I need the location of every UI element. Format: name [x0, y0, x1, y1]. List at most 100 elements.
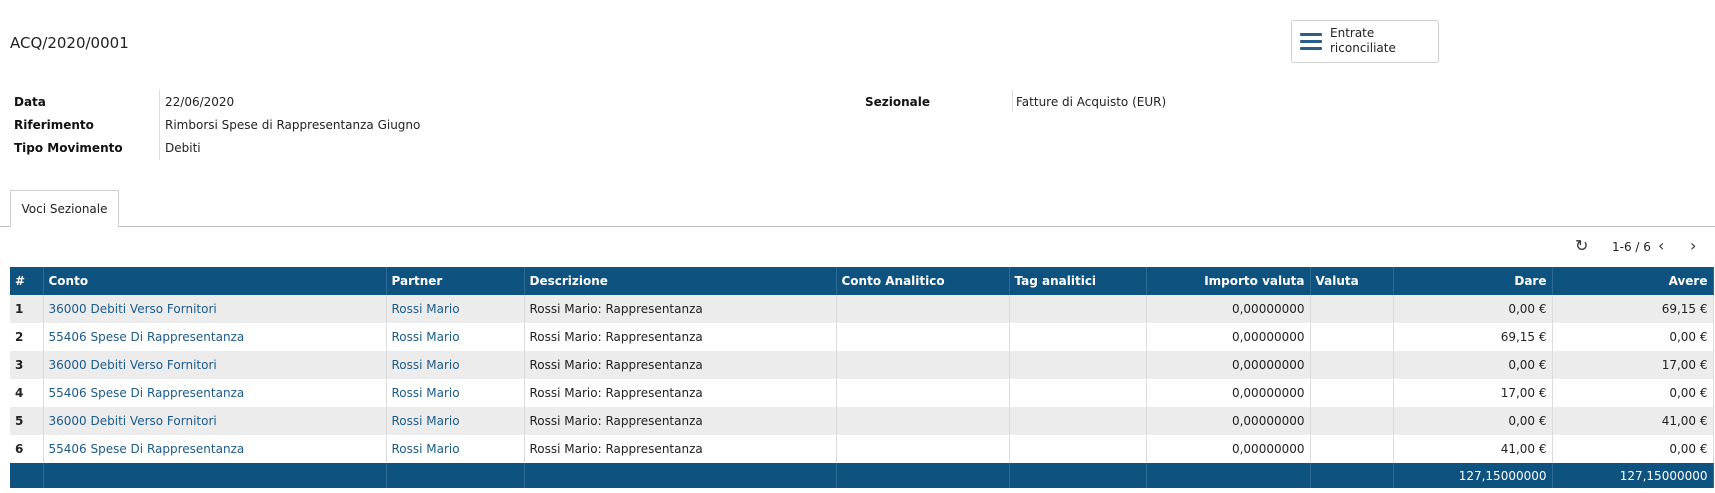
- account-link[interactable]: 55406 Spese Di Rappresentanza: [49, 386, 245, 400]
- table-row[interactable]: 2 55406 Spese Di Rappresentanza Rossi Mari…: [10, 323, 1714, 351]
- analytic-account-cell: [836, 295, 1010, 323]
- row-number: 5: [10, 407, 44, 435]
- partner-link[interactable]: Rossi Mario: [392, 302, 460, 316]
- amount-currency-cell: 0,00000000: [1146, 435, 1311, 463]
- reconciled-entries-button[interactable]: Entrate riconciliate: [1291, 20, 1439, 63]
- description-cell: Rossi Mario: Rappresentanza: [524, 351, 837, 379]
- journal-value: Fatture di Acquisto (EUR): [1016, 95, 1167, 109]
- amount-currency-cell: 0,00000000: [1146, 323, 1311, 351]
- totals-cell: [43, 463, 387, 488]
- account-link[interactable]: 36000 Debiti Verso Fornitori: [49, 414, 217, 428]
- debit-cell: 0,00 €: [1393, 295, 1553, 323]
- account-link[interactable]: 55406 Spese Di Rappresentanza: [49, 330, 245, 344]
- chevron-left-icon[interactable]: ‹: [1658, 236, 1664, 255]
- col-partner[interactable]: Partner: [386, 267, 525, 295]
- totals-cell: [386, 463, 525, 488]
- partner-link-cell: Rossi Mario: [386, 407, 525, 435]
- reference-value: Rimborsi Spese di Rappresentanza Giugno: [165, 118, 421, 132]
- reconciled-entries-label: Entrate riconciliate: [1330, 26, 1396, 55]
- debit-cell: 0,00 €: [1393, 351, 1553, 379]
- tab-journal-items[interactable]: Voci Sezionale: [10, 190, 119, 227]
- totals-row: 127,15000000 127,15000000: [10, 463, 1714, 488]
- col-analytic-tags[interactable]: Tag analitici: [1009, 267, 1147, 295]
- partner-link-cell: Rossi Mario: [386, 351, 525, 379]
- partner-link[interactable]: Rossi Mario: [392, 442, 460, 456]
- col-debit[interactable]: Dare: [1393, 267, 1553, 295]
- col-credit[interactable]: Avere: [1552, 267, 1714, 295]
- amount-currency-cell: 0,00000000: [1146, 351, 1311, 379]
- move-type-value: Debiti: [165, 141, 201, 155]
- partner-link-cell: Rossi Mario: [386, 295, 525, 323]
- partner-link[interactable]: Rossi Mario: [392, 414, 460, 428]
- total-debit: 127,15000000: [1393, 463, 1553, 488]
- debit-cell: 17,00 €: [1393, 379, 1553, 407]
- analytic-tags-cell: [1009, 407, 1147, 435]
- amount-currency-cell: 0,00000000: [1146, 295, 1311, 323]
- col-number[interactable]: #: [10, 267, 44, 295]
- chevron-right-icon[interactable]: ›: [1690, 236, 1696, 255]
- analytic-tags-cell: [1009, 351, 1147, 379]
- amount-currency-cell: 0,00000000: [1146, 379, 1311, 407]
- field-separator: [1012, 90, 1013, 112]
- partner-link-cell: Rossi Mario: [386, 435, 525, 463]
- credit-cell: 0,00 €: [1552, 323, 1714, 351]
- analytic-tags-cell: [1009, 323, 1147, 351]
- credit-cell: 17,00 €: [1552, 351, 1714, 379]
- date-value: 22/06/2020: [165, 95, 235, 109]
- account-link-cell: 55406 Spese Di Rappresentanza: [43, 379, 387, 407]
- col-amount-currency[interactable]: Importo valuta: [1146, 267, 1311, 295]
- credit-cell: 69,15 €: [1552, 295, 1714, 323]
- col-analytic-account[interactable]: Conto Analitico: [836, 267, 1010, 295]
- partner-link-cell: Rossi Mario: [386, 379, 525, 407]
- table-row[interactable]: 6 55406 Spese Di Rappresentanza Rossi Mari…: [10, 435, 1714, 463]
- partner-link-cell: Rossi Mario: [386, 323, 525, 351]
- account-link[interactable]: 55406 Spese Di Rappresentanza: [49, 442, 245, 456]
- table-row[interactable]: 3 36000 Debiti Verso Fornitori Rossi Mario…: [10, 351, 1714, 379]
- col-currency[interactable]: Valuta: [1310, 267, 1394, 295]
- description-cell: Rossi Mario: Rappresentanza: [524, 295, 837, 323]
- debit-cell: 69,15 €: [1393, 323, 1553, 351]
- account-link-cell: 55406 Spese Di Rappresentanza: [43, 435, 387, 463]
- table-header-row: # Conto Partner Descrizione Conto Analit…: [10, 267, 1714, 295]
- credit-cell: 0,00 €: [1552, 435, 1714, 463]
- list-icon: [1300, 33, 1322, 51]
- currency-cell: [1310, 407, 1394, 435]
- row-number: 4: [10, 379, 44, 407]
- account-link-cell: 36000 Debiti Verso Fornitori: [43, 351, 387, 379]
- table-row[interactable]: 1 36000 Debiti Verso Fornitori Rossi Mario…: [10, 295, 1714, 323]
- reference-label: Riferimento: [14, 118, 94, 132]
- currency-cell: [1310, 351, 1394, 379]
- col-description[interactable]: Descrizione: [524, 267, 837, 295]
- partner-link[interactable]: Rossi Mario: [392, 358, 460, 372]
- field-separator: [159, 90, 160, 160]
- debit-cell: 41,00 €: [1393, 435, 1553, 463]
- pager-value[interactable]: 1-6 / 6: [1612, 240, 1651, 254]
- analytic-account-cell: [836, 351, 1010, 379]
- date-label: Data: [14, 95, 46, 109]
- credit-cell: 0,00 €: [1552, 379, 1714, 407]
- debit-cell: 0,00 €: [1393, 407, 1553, 435]
- description-cell: Rossi Mario: Rappresentanza: [524, 323, 837, 351]
- account-link[interactable]: 36000 Debiti Verso Fornitori: [49, 302, 217, 316]
- table-row[interactable]: 5 36000 Debiti Verso Fornitori Rossi Mario…: [10, 407, 1714, 435]
- totals-cell: [1146, 463, 1311, 488]
- table-row[interactable]: 4 55406 Spese Di Rappresentanza Rossi Mari…: [10, 379, 1714, 407]
- col-account[interactable]: Conto: [43, 267, 387, 295]
- currency-cell: [1310, 323, 1394, 351]
- partner-link[interactable]: Rossi Mario: [392, 330, 460, 344]
- totals-cell: [524, 463, 837, 488]
- analytic-account-cell: [836, 435, 1010, 463]
- tab-divider: [119, 226, 1715, 227]
- account-link-cell: 36000 Debiti Verso Fornitori: [43, 407, 387, 435]
- refresh-icon[interactable]: ↻: [1575, 236, 1588, 255]
- totals-cell: [1310, 463, 1394, 488]
- account-link-cell: 36000 Debiti Verso Fornitori: [43, 295, 387, 323]
- account-link[interactable]: 36000 Debiti Verso Fornitori: [49, 358, 217, 372]
- analytic-account-cell: [836, 407, 1010, 435]
- description-cell: Rossi Mario: Rappresentanza: [524, 435, 837, 463]
- partner-link[interactable]: Rossi Mario: [392, 386, 460, 400]
- analytic-tags-cell: [1009, 435, 1147, 463]
- row-number: 2: [10, 323, 44, 351]
- currency-cell: [1310, 295, 1394, 323]
- description-cell: Rossi Mario: Rappresentanza: [524, 379, 837, 407]
